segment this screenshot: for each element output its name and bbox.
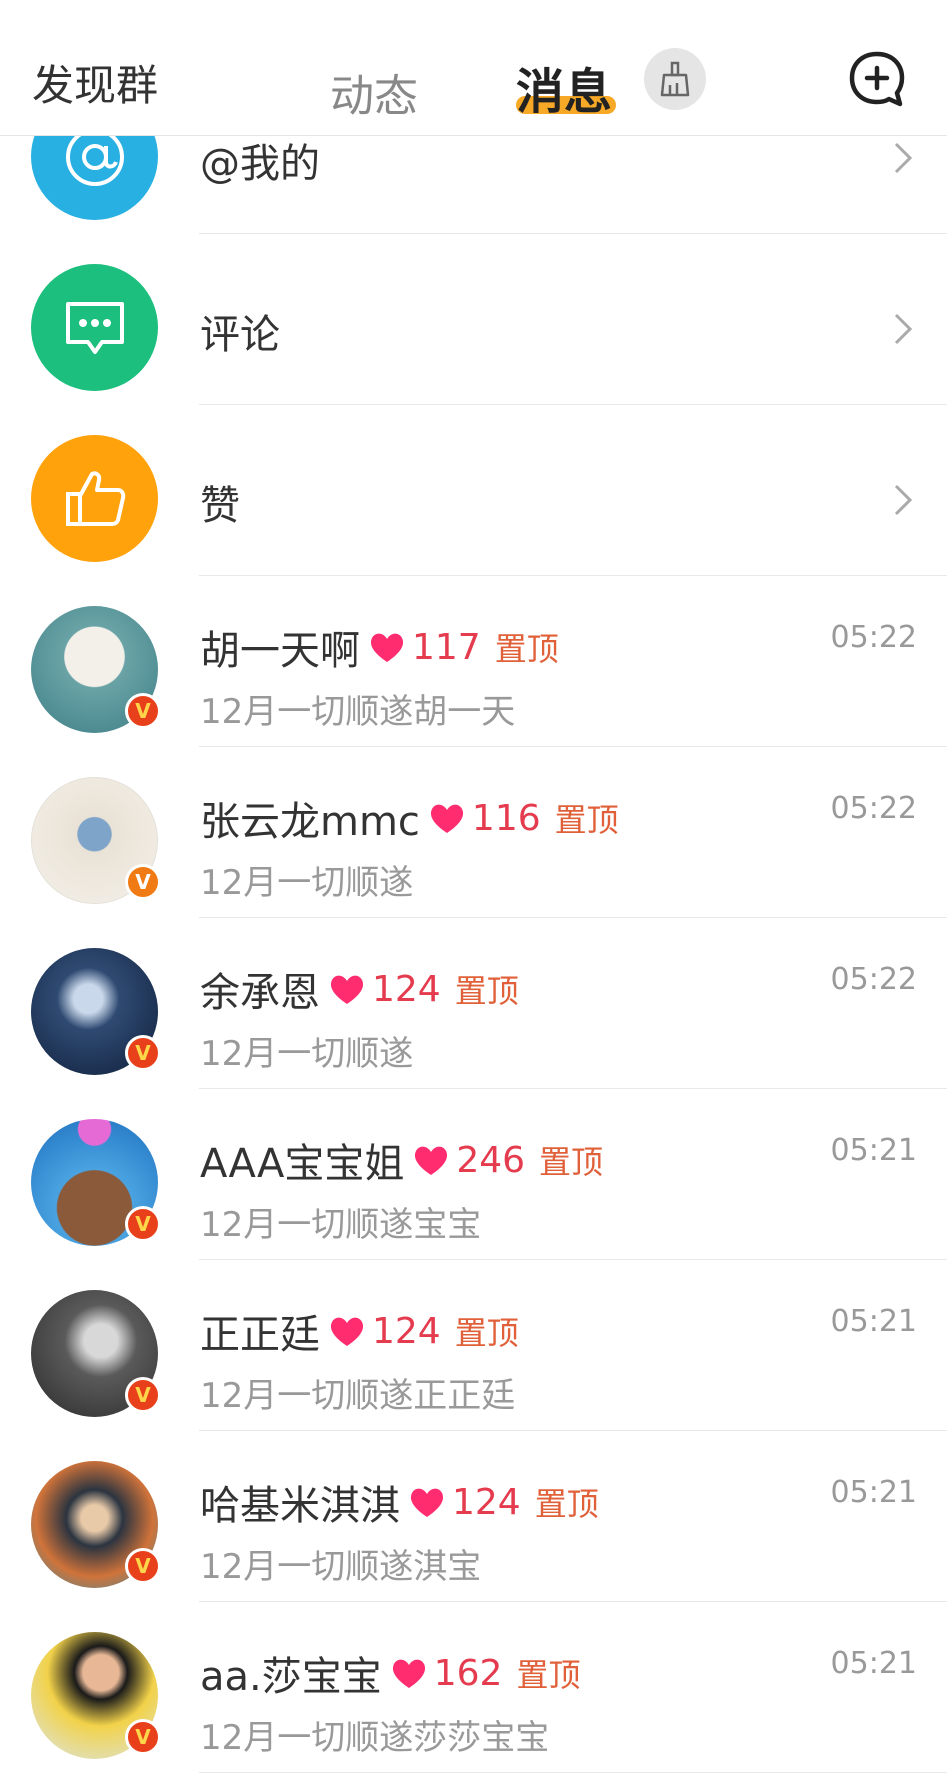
timestamp: 05:21: [830, 1475, 917, 1510]
comment-icon: [31, 264, 158, 391]
verified-badge-icon: V: [125, 693, 161, 729]
timestamp: 05:21: [830, 1133, 917, 1168]
heart-icon: [410, 1488, 444, 1517]
pinned-label: 置顶: [494, 630, 559, 668]
contact-name: AAA宝宝姐: [200, 1141, 405, 1187]
message-preview: 12月一切顺遂正正廷: [200, 1376, 516, 1416]
heart-icon: [415, 1146, 448, 1175]
conversation-row[interactable]: V AAA宝宝姐 246 置顶 05:21 12月一切顺遂宝宝: [0, 1089, 947, 1260]
pinned-label: 置顶: [516, 1656, 581, 1694]
pinned-label: 置顶: [454, 972, 519, 1010]
contact-name: 胡一天啊: [200, 628, 360, 674]
heart-icon: [370, 633, 404, 662]
verified-badge-icon: V: [125, 1035, 161, 1071]
intimacy-count: 117: [412, 626, 481, 668]
intimacy-count: 124: [452, 1481, 521, 1523]
likes-row[interactable]: 赞: [0, 405, 947, 576]
message-preview: 12月一切顺遂莎莎宝宝: [200, 1718, 550, 1758]
timestamp: 05:21: [830, 1646, 917, 1681]
heart-icon: [330, 975, 364, 1004]
divider: [199, 1772, 947, 1773]
mentions-label: @我的: [200, 141, 320, 187]
conversation-row[interactable]: V 余承恩 124 置顶 05:22 12月一切顺遂: [0, 918, 947, 1089]
message-list: @我的 评论 赞 V 胡一天啊 117 置顶 05:22 12月一切顺遂胡一天 …: [0, 63, 947, 1773]
conversation-row[interactable]: V 正正廷 124 置顶 05:21 12月一切顺遂正正廷: [0, 1260, 947, 1431]
contact-name: 张云龙mmc: [200, 799, 420, 845]
message-preview: 12月一切顺遂宝宝: [200, 1205, 482, 1245]
intimacy-count: 246: [456, 1139, 526, 1181]
conversation-row[interactable]: V aa.莎宝宝 162 置顶 05:21 12月一切顺遂莎莎宝宝: [0, 1602, 947, 1773]
verified-badge-icon: V: [125, 1548, 161, 1584]
chevron-right-icon: [894, 313, 913, 345]
top-bar: 发现群 动态 消息: [0, 0, 947, 136]
contact-name: aa.莎宝宝: [200, 1654, 382, 1700]
heart-icon: [392, 1659, 425, 1688]
chevron-right-icon: [894, 484, 913, 516]
tab-messages-label: 消息: [516, 64, 613, 120]
message-preview: 12月一切顺遂淇宝: [200, 1547, 482, 1587]
tab-dynamic[interactable]: 动态: [330, 60, 418, 124]
message-preview: 12月一切顺遂胡一天: [200, 692, 516, 732]
tab-messages[interactable]: 消息: [516, 52, 616, 122]
heart-icon: [430, 804, 463, 833]
comments-row[interactable]: 评论: [0, 234, 947, 405]
timestamp: 05:22: [830, 962, 917, 997]
intimacy-count: 116: [471, 797, 541, 839]
contact-name: 哈基米淇淇: [200, 1483, 400, 1529]
message-preview: 12月一切顺遂: [200, 863, 414, 903]
thumbs-up-icon: [31, 435, 158, 562]
timestamp: 05:22: [830, 620, 917, 655]
discover-groups-button[interactable]: 发现群: [32, 52, 158, 113]
verified-badge-icon: V: [125, 1377, 161, 1413]
conversation-row[interactable]: V 胡一天啊 117 置顶 05:22 12月一切顺遂胡一天: [0, 576, 947, 747]
intimacy-count: 124: [372, 1310, 441, 1352]
verified-badge-icon: V: [125, 1719, 161, 1755]
chevron-right-icon: [894, 142, 913, 174]
message-preview: 12月一切顺遂: [200, 1034, 414, 1074]
likes-label: 赞: [200, 483, 240, 529]
add-chat-icon[interactable]: [846, 48, 908, 110]
conversation-row[interactable]: V 哈基米淇淇 124 置顶 05:21 12月一切顺遂淇宝: [0, 1431, 947, 1602]
pinned-label: 置顶: [539, 1143, 604, 1181]
intimacy-count: 162: [433, 1652, 503, 1694]
pinned-label: 置顶: [554, 801, 619, 839]
comments-label: 评论: [200, 312, 280, 358]
heart-icon: [330, 1317, 364, 1346]
broom-icon[interactable]: [644, 48, 706, 110]
contact-name: 正正廷: [200, 1312, 320, 1358]
conversation-row[interactable]: V 张云龙mmc 116 置顶 05:22 12月一切顺遂: [0, 747, 947, 918]
verified-badge-icon: V: [125, 864, 161, 900]
timestamp: 05:22: [830, 791, 917, 826]
timestamp: 05:21: [830, 1304, 917, 1339]
intimacy-count: 124: [372, 968, 441, 1010]
verified-badge-icon: V: [125, 1206, 161, 1242]
pinned-label: 置顶: [534, 1485, 599, 1523]
contact-name: 余承恩: [200, 970, 320, 1016]
pinned-label: 置顶: [454, 1314, 519, 1352]
